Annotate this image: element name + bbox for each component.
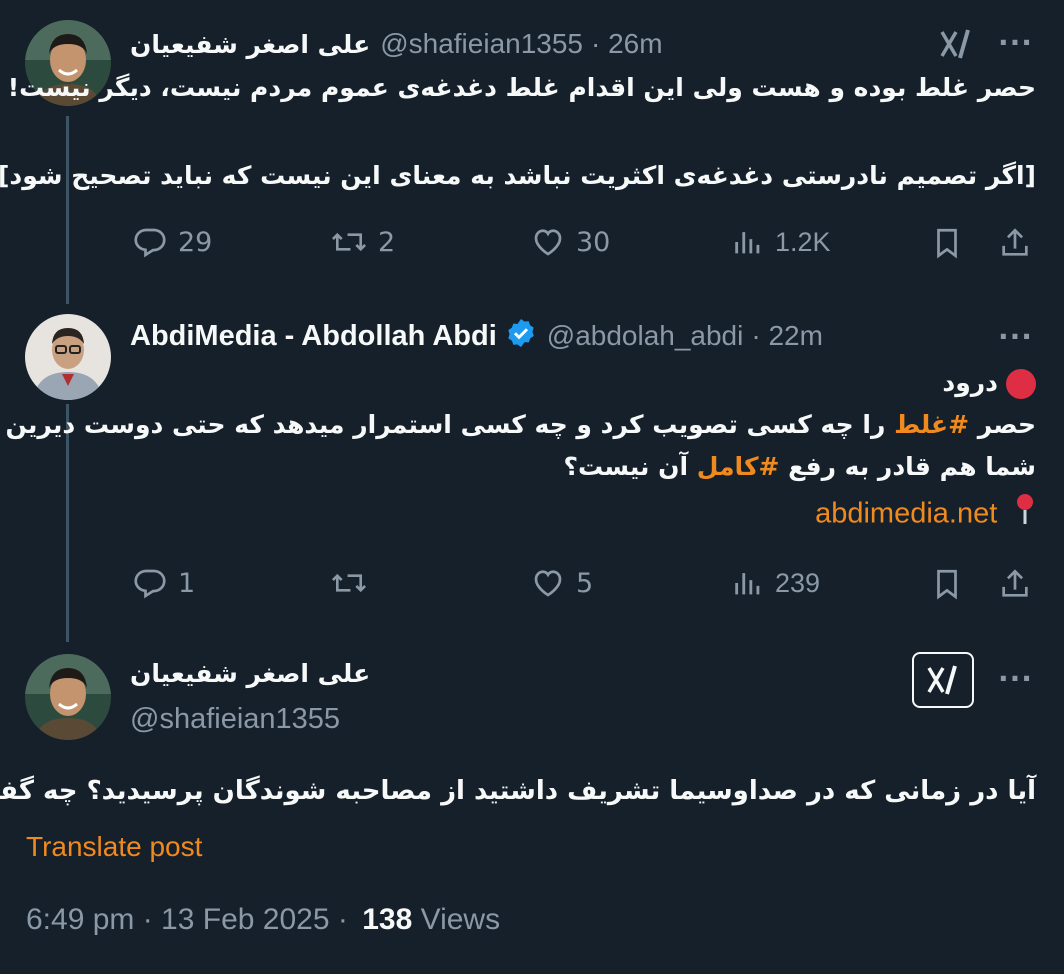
tweet-text-line: [اگر تصمیم نادرستی دغدغه‌ی اکثریت نباشد … [0,161,1036,190]
repost-icon [331,573,367,593]
handle[interactable]: @shafieian1355 [380,28,583,60]
share-icon [1002,228,1028,256]
more-options-icon[interactable]: ··· [998,662,1033,695]
red-circle-icon [1006,369,1036,399]
timestamp[interactable]: · 22m [751,320,823,352]
bookmark-icon [937,569,957,600]
share-icon [1002,569,1028,597]
timestamp[interactable]: · 26m [591,28,663,60]
tweet-text-line: abdimedia.net [815,492,1036,539]
avatar[interactable] [25,654,111,740]
views-icon [735,232,760,254]
like-icon [534,570,562,597]
reply-button[interactable]: 1 [132,565,195,601]
views-count: 239 [775,567,821,598]
repost-icon [331,232,367,252]
text-segment: را چه کسی تصویب کرد و چه کسی استمرار مید… [5,410,895,439]
reply-button[interactable]: 29 [132,224,212,260]
display-name[interactable]: علی اصغر شفیعیان [130,30,370,59]
greeting: درود [942,368,998,397]
thread-line-1 [66,116,69,304]
external-link[interactable]: abdimedia.net [815,498,997,530]
tweet-header: AbdiMedia - Abdollah Abdi @abdolah_abdi … [130,316,823,356]
hashtag-link[interactable]: #کامل [697,452,780,481]
display-name[interactable]: علی اصغر شفیعیان [130,656,370,692]
display-name[interactable]: AbdiMedia - Abdollah Abdi [130,320,497,353]
tweet-text-line: درود [942,362,1036,404]
tweet-text-line: شما هم قادر به رفع #کامل آن نیست؟ [563,446,1036,488]
like-count: 30 [576,226,611,258]
text-segment: شما هم قادر به رفع [779,452,1036,481]
tweet-text-line: حصر #غلط را چه کسی تصویب کرد و چه کسی اس… [6,404,1036,446]
share-button[interactable] [998,565,1032,603]
repost-button[interactable]: 2 [330,224,395,260]
bookmark-icon [937,228,957,259]
more-options-icon[interactable]: ··· [998,26,1033,59]
verified-icon [505,317,537,356]
tweet-header: علی اصغر شفیعیان @shafieian1355 · 26m [130,24,663,64]
reply-count: 1 [178,567,196,599]
views-button[interactable]: 239 [731,565,820,601]
repost-count: 2 [378,226,396,258]
post-date[interactable]: 6:49 pm · 13 Feb 2025 · [26,903,348,936]
handle[interactable]: @abdolah_abdi [547,320,744,352]
bookmark-button[interactable] [930,224,964,262]
grok-icon[interactable] [912,652,974,708]
like-icon [534,229,562,256]
reply-icon [134,569,166,599]
repost-button[interactable] [330,565,378,601]
views-icon [735,573,760,595]
like-button[interactable]: 30 [530,224,610,260]
reply-count: 29 [178,226,213,258]
handle[interactable]: @shafieian1355 [130,700,340,738]
reply-icon [134,228,166,258]
views-count: 1.2K [775,226,831,257]
views-count: 138 [362,903,413,936]
like-count: 5 [576,567,594,599]
more-options-icon[interactable]: ··· [998,320,1033,353]
views-button[interactable]: 1.2K [731,224,831,260]
translate-post-link[interactable]: Translate post [26,828,202,866]
text-segment: حصر [969,410,1036,439]
tweet-text-line: حصر غلط بوده و هست ولی این اقدام غلط دغد… [7,73,1036,102]
like-button[interactable]: 5 [530,565,593,601]
hashtag-link[interactable]: #غلط [894,410,969,439]
share-button[interactable] [998,224,1032,262]
text-segment: آن نیست؟ [563,452,697,481]
tweet-text: آیا در زمانی که در صداوسیما تشریف داشتید… [0,776,1036,806]
bookmark-button[interactable] [930,565,964,603]
avatar[interactable] [25,314,111,400]
grok-icon[interactable] [938,26,974,66]
views-label: Views [420,903,501,936]
pin-icon [1014,492,1036,539]
post-metadata: 6:49 pm · 13 Feb 2025 · 138 Views [26,900,500,940]
